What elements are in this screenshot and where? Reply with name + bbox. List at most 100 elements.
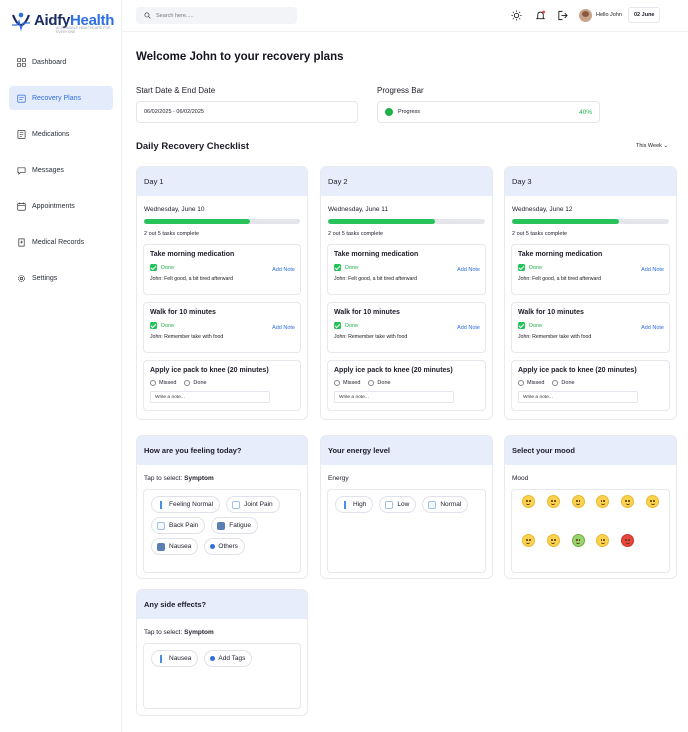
emoji-sad-icon[interactable] — [521, 534, 535, 547]
sidebar-item-recovery-plans[interactable]: Recovery Plans — [9, 86, 113, 110]
chip-fatigue[interactable]: Fatigue — [211, 517, 258, 534]
side-effects-prompt: Tap to select: Symptom — [144, 629, 307, 636]
add-note-link[interactable]: Add Note — [641, 267, 664, 273]
energy-title: Your energy level — [321, 436, 492, 465]
note-input[interactable]: Write a note... — [150, 391, 270, 403]
mood-label: Mood — [512, 475, 529, 482]
radio-icon — [150, 380, 156, 386]
week-filter-dropdown[interactable]: This Week ⌄ — [636, 143, 668, 149]
checkbox-checked-icon[interactable] — [518, 322, 525, 329]
task-title: Take morning medication — [150, 251, 235, 258]
day-progress-bar — [512, 219, 669, 224]
radio-missed[interactable]: Missed — [334, 380, 360, 386]
sidebar-item-medications[interactable]: Medications — [9, 122, 113, 146]
message-icon — [17, 166, 26, 175]
note-input[interactable]: Write a note... — [518, 391, 638, 403]
chip-label: Nausea — [169, 543, 192, 550]
add-note-link[interactable]: Add Note — [457, 325, 480, 331]
chip-feeling-normal[interactable]: Feeling Normal — [151, 496, 221, 513]
add-note-link[interactable]: Add Note — [272, 267, 295, 273]
note-placeholder: Write a note... — [523, 394, 553, 400]
feeling-chip-box: Feeling Normal Joint Pain Back Pain Fati… — [143, 489, 301, 573]
emoji-angry-icon[interactable] — [621, 534, 635, 547]
chip-label: Others — [218, 543, 238, 550]
progress-field: Progress 40% — [377, 101, 600, 123]
emoji-smile-icon[interactable] — [571, 495, 585, 508]
task-note: John: Felt good, a bit tired afterward — [150, 276, 234, 282]
day-card: Day 1 Wednesday, June 10 2 out 5 tasks com… — [136, 166, 308, 420]
chip-others[interactable]: Others — [204, 538, 245, 555]
energy-card: Your energy level Energy High Low Normal — [320, 435, 493, 579]
checkbox-checked-icon[interactable] — [518, 264, 525, 271]
chip-joint-pain[interactable]: Joint Pain — [226, 496, 280, 513]
radio-icon — [518, 380, 524, 386]
nausea-icon — [157, 542, 165, 551]
chip-low[interactable]: Low — [379, 496, 417, 513]
sidebar-item-dashboard[interactable]: Dashboard — [9, 50, 113, 74]
task-note: John: Remember take with food — [150, 334, 224, 340]
task-radios: Missed Done — [150, 380, 294, 386]
emoji-grin-icon[interactable] — [546, 495, 560, 508]
sidebar-nav: Dashboard Recovery Plans Medications Mes… — [9, 50, 113, 302]
chip-nausea[interactable]: Nausea — [151, 650, 199, 667]
feeling-title: How are you feeling today? — [137, 436, 307, 465]
checkbox-checked-icon[interactable] — [150, 322, 157, 329]
prompt-prefix: Tap to select: — [144, 629, 183, 636]
radio-missed[interactable]: Missed — [518, 380, 544, 386]
emoji-mask-icon[interactable] — [546, 534, 560, 547]
mood-grid — [511, 489, 670, 573]
user-menu[interactable]: Hello John 02 June — [579, 6, 661, 24]
day-card: Day 3 Wednesday, June 12 2 out 5 tasks com… — [504, 166, 677, 420]
sidebar-item-appointments[interactable]: Appointments — [9, 194, 113, 218]
date-range-label: Start Date & End Date — [136, 86, 216, 95]
progress-value: 40% — [578, 108, 592, 116]
radio-done[interactable]: Done — [368, 380, 391, 386]
emoji-sleepy-icon[interactable] — [596, 534, 610, 547]
dot-icon — [210, 656, 216, 661]
note-input[interactable]: Write a note... — [334, 391, 454, 403]
task-item: Walk for 10 minutes Done Add Note John: Rem… — [327, 302, 486, 353]
sun-icon[interactable] — [511, 10, 522, 21]
chip-high[interactable]: High — [335, 496, 374, 513]
date-range-field[interactable]: 06/02/2025 - 06/02/2025 — [136, 101, 358, 123]
add-note-link[interactable]: Add Note — [272, 325, 295, 331]
task-title: Walk for 10 minutes — [150, 309, 216, 316]
radio-done[interactable]: Done — [552, 380, 575, 386]
chip-label: Normal — [440, 501, 462, 508]
radio-label: Done — [377, 380, 391, 386]
brand-logo[interactable]: AidfyHealth ACCESSIBLE HEALTHCARE FOR EV… — [10, 9, 121, 39]
sidebar-item-messages[interactable]: Messages — [9, 158, 113, 182]
sidebar-item-medical-records[interactable]: Medical Records — [9, 230, 113, 254]
checkbox-checked-icon[interactable] — [334, 322, 341, 329]
feeling-card: How are you feeling today? Tap to select… — [136, 435, 308, 579]
chip-nausea[interactable]: Nausea — [151, 538, 199, 555]
radio-missed[interactable]: Missed — [150, 380, 176, 386]
checkbox-checked-icon[interactable] — [150, 264, 157, 271]
task-radios: Missed Done — [518, 380, 663, 386]
chip-back-pain[interactable]: Back Pain — [151, 517, 206, 534]
progress-dot-icon — [385, 108, 393, 116]
add-note-link[interactable]: Add Note — [457, 267, 480, 273]
user-greeting: Hello John — [596, 12, 622, 18]
chip-label: Nausea — [169, 655, 192, 662]
task-item: Walk for 10 minutes Done Add Note John: Rem… — [143, 302, 301, 353]
search-input[interactable] — [156, 12, 286, 19]
emoji-heart-eyes-icon[interactable] — [596, 495, 610, 508]
emoji-sick-icon[interactable] — [571, 534, 585, 547]
bell-icon[interactable] — [535, 10, 546, 21]
emoji-dizzy-icon[interactable] — [646, 495, 660, 508]
emoji-happy-icon[interactable] — [521, 495, 535, 508]
checkbox-checked-icon[interactable] — [334, 264, 341, 271]
radio-done[interactable]: Done — [184, 380, 207, 386]
day-progress-bar — [328, 219, 485, 224]
add-note-link[interactable]: Add Note — [641, 325, 664, 331]
chip-add-tags[interactable]: Add Tags — [204, 650, 253, 667]
chip-normal[interactable]: Normal — [422, 496, 469, 513]
normal-icon — [428, 500, 437, 509]
emoji-wink-icon[interactable] — [621, 495, 635, 508]
low-icon — [385, 500, 394, 509]
grid-icon — [17, 57, 26, 67]
energy-chip-box: High Low Normal — [327, 489, 486, 573]
logout-icon[interactable] — [557, 10, 568, 21]
sidebar-item-settings[interactable]: Settings — [9, 266, 113, 290]
